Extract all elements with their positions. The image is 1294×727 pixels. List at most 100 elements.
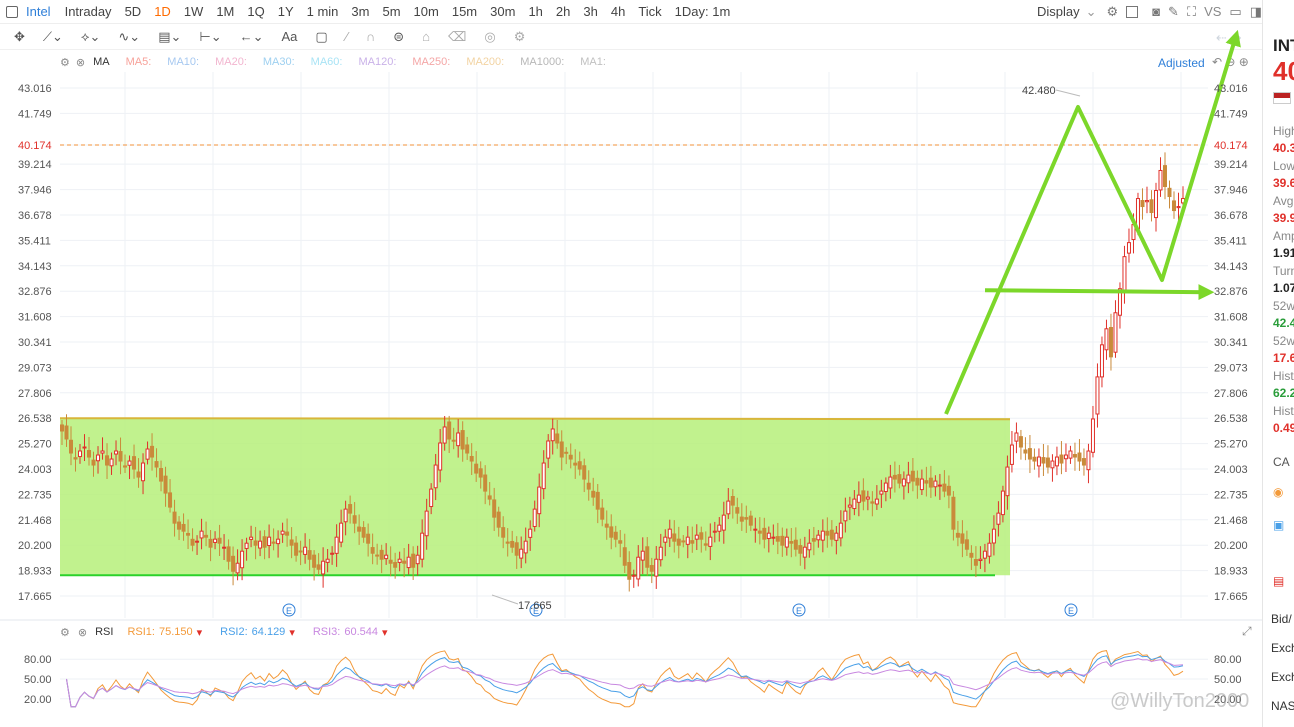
- candle-body: [910, 470, 915, 482]
- candle-body: [487, 495, 492, 500]
- candle-body: [262, 536, 267, 548]
- coin-icon[interactable]: ◉: [1273, 485, 1283, 499]
- y-tick-label: 25.270: [18, 439, 52, 451]
- candle-body: [303, 546, 308, 555]
- candle-body: [127, 460, 132, 466]
- order-book-row[interactable]: Bid/: [1271, 612, 1292, 626]
- candle-body: [897, 474, 902, 484]
- candle-body: [1140, 200, 1145, 208]
- candle-body: [397, 558, 402, 563]
- y-tick-label: 31.608: [1214, 312, 1248, 324]
- candle-body: [312, 554, 317, 568]
- candle-body: [586, 482, 591, 490]
- chat-icon[interactable]: ▣: [1273, 518, 1284, 532]
- y-tick-label: 27.806: [1214, 388, 1248, 400]
- candle-body: [807, 542, 812, 551]
- candle-body: [361, 527, 366, 538]
- candle-body: [460, 430, 465, 450]
- watermark: @WillyTon2000: [1110, 690, 1250, 712]
- candle-body: [1068, 450, 1073, 459]
- rsi1-arrow-icon[interactable]: ▾: [197, 626, 203, 639]
- candle-body: [1009, 444, 1014, 465]
- candle-body: [429, 488, 434, 508]
- candle-body: [964, 539, 969, 550]
- candle-body: [145, 448, 150, 460]
- settings-icon[interactable]: ⚙: [60, 626, 70, 639]
- expand-icon[interactable]: ⤢: [1242, 624, 1252, 639]
- candle-body: [366, 533, 371, 544]
- candle-body: [717, 524, 722, 532]
- candle-body: [496, 511, 501, 528]
- price-chart[interactable]: 43.016 41.749 40.174 39.214 37.946 36.678 35.4…: [0, 0, 1262, 727]
- neckline-arrow: [984, 284, 1215, 301]
- candle-body: [865, 496, 870, 500]
- candle-body: [235, 562, 240, 574]
- candle-body: [816, 534, 821, 541]
- order-book-row[interactable]: Exch: [1271, 670, 1294, 684]
- quote-field-label: Turn: [1273, 264, 1294, 278]
- candle-body: [748, 515, 753, 526]
- doc-icon[interactable]: ▤: [1273, 574, 1284, 588]
- y-tick-label: 26.538: [18, 413, 52, 425]
- candle-body: [600, 507, 605, 520]
- candle-body: [888, 476, 893, 489]
- candle-body: [568, 454, 573, 460]
- quote-field-label: 52w: [1273, 299, 1294, 313]
- candle-body: [622, 547, 627, 566]
- order-book-row[interactable]: NAS: [1271, 699, 1294, 713]
- candle-body: [591, 490, 596, 498]
- quote-field-value: 0.49: [1273, 421, 1294, 435]
- candle-body: [357, 526, 362, 532]
- quote-field-label: Hist: [1273, 369, 1294, 383]
- candle-body: [1050, 460, 1055, 469]
- candle-body: [874, 498, 879, 505]
- quote-field-label: Avg: [1273, 194, 1294, 208]
- candle-body: [316, 564, 321, 570]
- candle-body: [960, 533, 965, 544]
- candle-body: [118, 451, 123, 462]
- candle-body: [1171, 200, 1176, 212]
- marker-leader: [1055, 89, 1081, 97]
- candle-body: [258, 540, 263, 549]
- candle-body: [402, 560, 407, 564]
- y-tick-label: 32.876: [1214, 286, 1248, 298]
- quote-field-label: Amp: [1273, 229, 1294, 243]
- candle-body: [334, 536, 339, 554]
- rsi-name[interactable]: RSI: [95, 626, 113, 638]
- candle-body: [825, 530, 830, 536]
- quote-field-value: 39.9: [1273, 211, 1294, 225]
- candle-body: [523, 540, 528, 554]
- y-tick-label: 24.003: [1214, 464, 1248, 476]
- rsi-panel: 80.00 80.0050.00 50.0020.00 20.00: [24, 650, 1242, 708]
- ca-label[interactable]: CA: [1273, 455, 1290, 469]
- order-book-row[interactable]: Exch: [1271, 641, 1294, 655]
- candle-body: [343, 508, 348, 523]
- candle-body: [510, 540, 515, 548]
- close-icon[interactable]: ⊗: [78, 626, 87, 639]
- y-tick-label: 40.174: [18, 140, 52, 152]
- candle-body: [699, 532, 704, 540]
- quote-field-label: High: [1273, 124, 1294, 138]
- candle-body: [87, 450, 92, 458]
- candle-body: [978, 558, 983, 562]
- candle-body: [177, 521, 182, 530]
- rsi2-arrow-icon[interactable]: ▾: [289, 626, 295, 639]
- candle-body: [1041, 457, 1046, 464]
- candle-body: [384, 554, 389, 560]
- rsi3-arrow-icon[interactable]: ▾: [382, 626, 388, 639]
- candle-body: [217, 537, 222, 544]
- candle-body: [226, 546, 231, 562]
- candle-body: [1063, 454, 1068, 460]
- candle-body: [735, 507, 740, 514]
- candle-body: [222, 546, 227, 549]
- candle-body: [946, 485, 951, 496]
- candle-body: [1014, 432, 1019, 442]
- y-tick-label: 36.678: [1214, 210, 1248, 222]
- candle-body: [757, 530, 762, 534]
- candle-body: [100, 450, 105, 454]
- candle-body: [492, 499, 497, 518]
- candle-body: [447, 421, 452, 440]
- candle-body: [618, 540, 623, 544]
- candle-body: [168, 492, 173, 508]
- candle-body: [555, 433, 560, 444]
